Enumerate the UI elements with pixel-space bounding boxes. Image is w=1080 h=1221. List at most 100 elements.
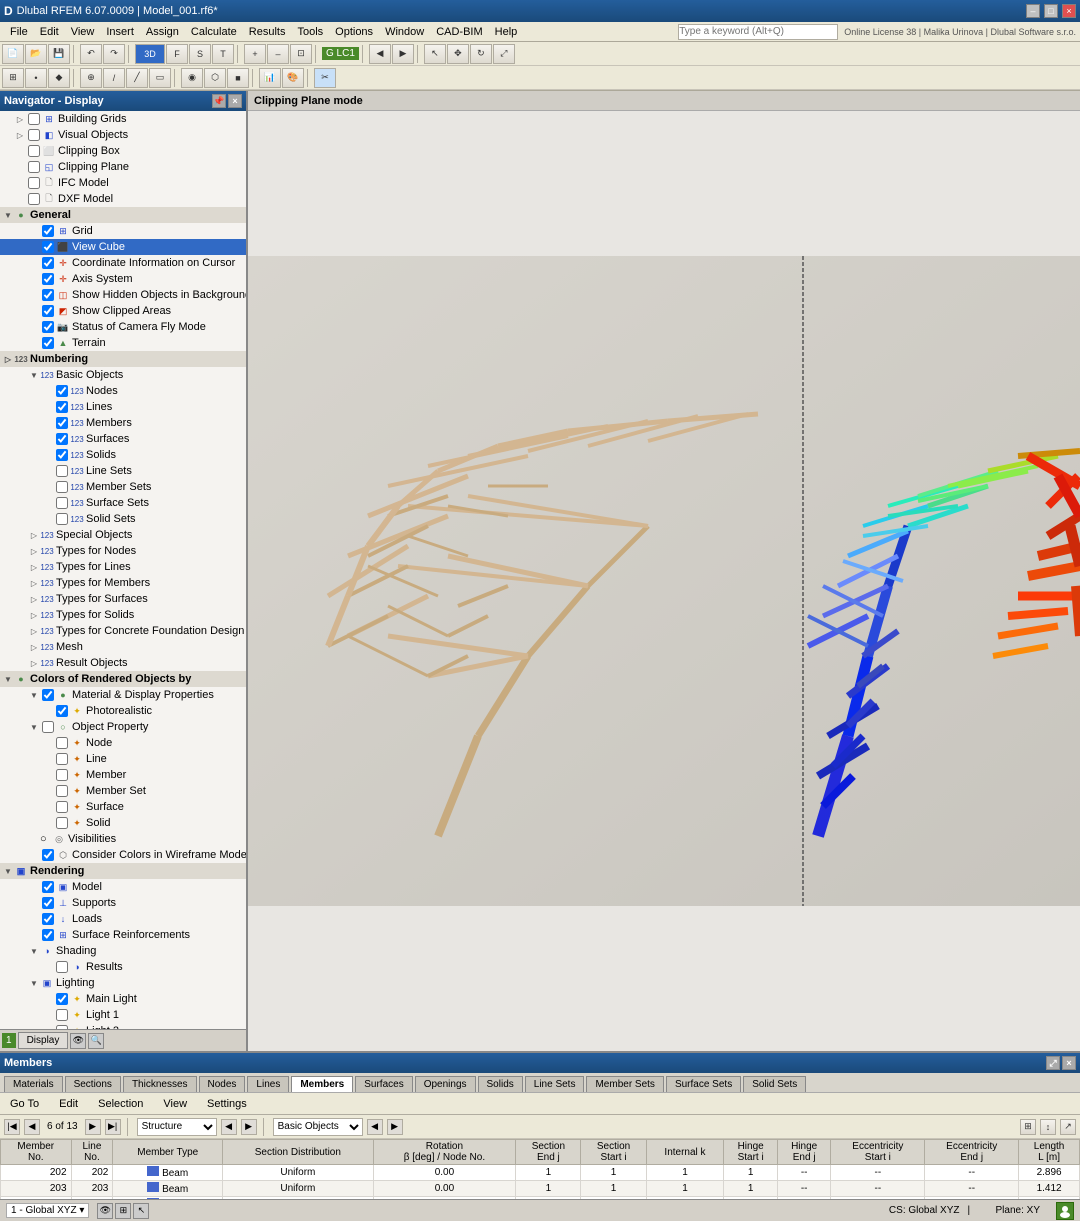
menu-help[interactable]: Help xyxy=(489,24,524,40)
nav-light1[interactable]: ✦ Light 1 xyxy=(0,1007,246,1023)
nav-solids-check[interactable] xyxy=(56,449,68,461)
nav-tab-display[interactable]: Display xyxy=(18,1032,69,1049)
nav-clipping-box[interactable]: ⬜ Clipping Box xyxy=(0,143,246,159)
nav-photorealistic[interactable]: ✦ Photorealistic xyxy=(0,703,246,719)
last-record-btn[interactable]: ▶| xyxy=(105,1119,121,1135)
nav-shading-results[interactable]: ◑ Results xyxy=(0,959,246,975)
nav-main-light[interactable]: ✦ Main Light xyxy=(0,991,246,1007)
zoom-out-btn[interactable]: – xyxy=(267,44,289,64)
nav-lines[interactable]: 123 Lines xyxy=(0,399,246,415)
nav-solid-sets-check[interactable] xyxy=(56,513,68,525)
nav-render-supports-check[interactable] xyxy=(42,897,54,909)
move-btn[interactable]: ✥ xyxy=(447,44,469,64)
nav-line-sets-check[interactable] xyxy=(56,465,68,477)
nav-hidden-bg-check[interactable] xyxy=(42,289,54,301)
minimize-button[interactable]: – xyxy=(1026,4,1040,18)
nav-close-btn[interactable]: × xyxy=(228,94,242,108)
settings-btn[interactable]: Settings xyxy=(201,1097,253,1111)
btab-sections[interactable]: Sections xyxy=(65,1076,121,1092)
btab-surfaces[interactable]: Surfaces xyxy=(355,1076,412,1092)
snap-midpoint-btn[interactable]: ◆ xyxy=(48,68,70,88)
nav-terrain-check[interactable] xyxy=(42,337,54,349)
filter-type-prev-btn[interactable]: ◀ xyxy=(367,1119,383,1135)
nav-shading-results-check[interactable] xyxy=(56,961,68,973)
nav-member-sets[interactable]: 123 Member Sets xyxy=(0,479,246,495)
table-row[interactable]: 203 203 Beam Uniform 0.00 1 1 1 1 -- -- … xyxy=(1,1181,1080,1197)
snap-node-btn[interactable]: • xyxy=(25,68,47,88)
nav-types-members[interactable]: ▷ 123 Types for Members xyxy=(0,575,246,591)
close-button[interactable]: × xyxy=(1062,4,1076,18)
nav-render-loads[interactable]: ↓ Loads xyxy=(0,911,246,927)
first-record-btn[interactable]: |◀ xyxy=(4,1119,20,1135)
view-3d-btn[interactable]: 3D xyxy=(135,44,165,64)
data-filter-btn[interactable]: ⊞ xyxy=(1020,1119,1036,1135)
nav-clipping-plane[interactable]: ◱ Clipping Plane xyxy=(0,159,246,175)
nav-prop-node-check[interactable] xyxy=(56,737,68,749)
nav-general-group[interactable]: ▼ ● General xyxy=(0,207,246,223)
nav-clipping-plane-check[interactable] xyxy=(28,161,40,173)
table-row[interactable]: 204 204 Beam Uniform 0.00 1 1 1 1 -- -- … xyxy=(1,1197,1080,1200)
prev-lc-btn[interactable]: ◀ xyxy=(369,44,391,64)
menu-insert[interactable]: Insert xyxy=(100,24,140,40)
edit-btn[interactable]: Edit xyxy=(53,1097,84,1111)
nav-pin-btn[interactable]: 📌 xyxy=(212,94,226,108)
menu-view[interactable]: View xyxy=(65,24,101,40)
table-row[interactable]: 202 202 Beam Uniform 0.00 1 1 1 1 -- -- … xyxy=(1,1165,1080,1181)
rotate-btn[interactable]: ↻ xyxy=(470,44,492,64)
statusbar-layers-btn[interactable]: ⊞ xyxy=(115,1203,131,1219)
nav-numbering-group[interactable]: ▷ 123 Numbering xyxy=(0,351,246,367)
statusbar-user-icon[interactable] xyxy=(1056,1202,1074,1220)
nav-coord-cursor-check[interactable] xyxy=(42,257,54,269)
filter-type-select[interactable]: Basic Objects xyxy=(273,1118,363,1136)
nav-prop-surface[interactable]: ✦ Surface xyxy=(0,799,246,815)
nav-dxf-model[interactable]: 🗋 DXF Model xyxy=(0,191,246,207)
nav-wireframe-colors-check[interactable] xyxy=(42,849,54,861)
nav-surfaces-check[interactable] xyxy=(56,433,68,445)
nav-prop-member-set-check[interactable] xyxy=(56,785,68,797)
nav-clipping-box-check[interactable] xyxy=(28,145,40,157)
nav-colors-group[interactable]: ▼ ● Colors of Rendered Objects by xyxy=(0,671,246,687)
nav-render-model[interactable]: ▣ Model xyxy=(0,879,246,895)
btab-materials[interactable]: Materials xyxy=(4,1076,63,1092)
menu-assign[interactable]: Assign xyxy=(140,24,185,40)
nav-types-lines[interactable]: ▷ 123 Types for Lines xyxy=(0,559,246,575)
data-export-btn[interactable]: ↗ xyxy=(1060,1119,1076,1135)
nav-coord-cursor[interactable]: ✛ Coordinate Information on Cursor xyxy=(0,255,246,271)
nav-solid-sets[interactable]: 123 Solid Sets xyxy=(0,511,246,527)
nav-visual-objects[interactable]: ▷ ◧ Visual Objects xyxy=(0,127,246,143)
nav-nodes[interactable]: 123 Nodes xyxy=(0,383,246,399)
nav-wireframe-colors[interactable]: ⬡ Consider Colors in Wireframe Model xyxy=(0,847,246,863)
nav-terrain[interactable]: ▲ Terrain xyxy=(0,335,246,351)
menu-tools[interactable]: Tools xyxy=(291,24,329,40)
data-sort-btn[interactable]: ↕ xyxy=(1040,1119,1056,1135)
nav-camera-fly[interactable]: 📷 Status of Camera Fly Mode xyxy=(0,319,246,335)
nav-axis-system[interactable]: ✛ Axis System xyxy=(0,271,246,287)
nav-render-loads-check[interactable] xyxy=(42,913,54,925)
statusbar-eye-btn[interactable]: 👁 xyxy=(97,1203,113,1219)
menu-calculate[interactable]: Calculate xyxy=(185,24,243,40)
goto-btn[interactable]: Go To xyxy=(4,1097,45,1111)
btab-member-sets[interactable]: Member Sets xyxy=(586,1076,663,1092)
filter-prev-btn[interactable]: ◀ xyxy=(221,1119,237,1135)
viewport[interactable]: Clipping Plane mode xyxy=(248,91,1080,1051)
btab-nodes[interactable]: Nodes xyxy=(199,1076,246,1092)
menu-window[interactable]: Window xyxy=(379,24,430,40)
statusbar-coord-system-select[interactable]: 1 - Global XYZ ▾ xyxy=(6,1203,89,1218)
nav-grid-check[interactable] xyxy=(42,225,54,237)
nav-view-cube-check[interactable] xyxy=(42,241,54,253)
nav-member-sets-check[interactable] xyxy=(56,481,68,493)
nav-members[interactable]: 123 Members xyxy=(0,415,246,431)
solid-btn[interactable]: ■ xyxy=(227,68,249,88)
nav-rendering-group[interactable]: ▼ ▣ Rendering xyxy=(0,863,246,879)
nav-clipped-areas-check[interactable] xyxy=(42,305,54,317)
nav-clipped-areas[interactable]: ◩ Show Clipped Areas xyxy=(0,303,246,319)
nav-special-objects[interactable]: ▷ 123 Special Objects xyxy=(0,527,246,543)
clipping-btn[interactable]: ✂ xyxy=(314,68,336,88)
nav-visibilities[interactable]: ○ ◎ Visibilities xyxy=(0,831,246,847)
nav-prop-line[interactable]: ✦ Line xyxy=(0,751,246,767)
scale-btn[interactable]: ⤢ xyxy=(493,44,515,64)
wireframe-btn[interactable]: ⬡ xyxy=(204,68,226,88)
nav-types-concrete[interactable]: ▷ 123 Types for Concrete Foundation Desi… xyxy=(0,623,246,639)
btab-line-sets[interactable]: Line Sets xyxy=(525,1076,585,1092)
draw-line-btn[interactable]: / xyxy=(103,68,125,88)
